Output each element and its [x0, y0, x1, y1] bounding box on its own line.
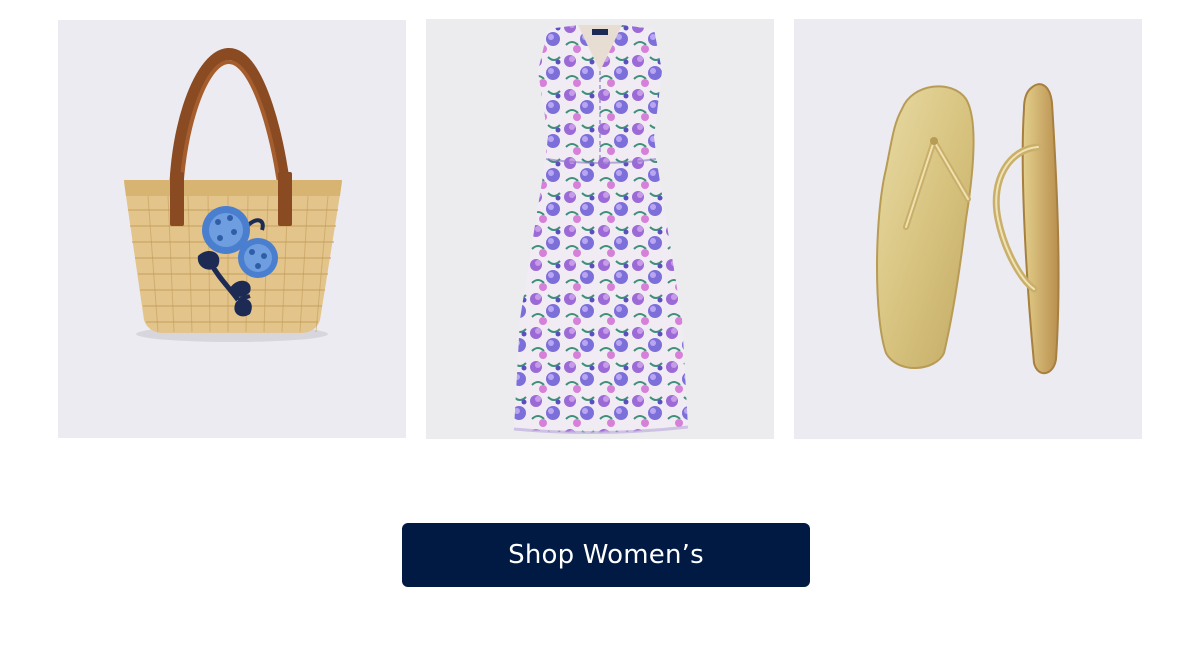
product-tile-sandals[interactable] [794, 19, 1142, 439]
sandals-icon [876, 83, 1060, 374]
dress-icon [513, 25, 689, 435]
product-grid [58, 19, 1142, 440]
cta-container: Shop Women’s [402, 523, 810, 587]
product-tile-dress[interactable] [426, 19, 774, 439]
product-tile-tote[interactable] [58, 20, 406, 438]
tote-bag-icon [124, 48, 342, 342]
shop-womens-button[interactable]: Shop Women’s [402, 523, 810, 587]
